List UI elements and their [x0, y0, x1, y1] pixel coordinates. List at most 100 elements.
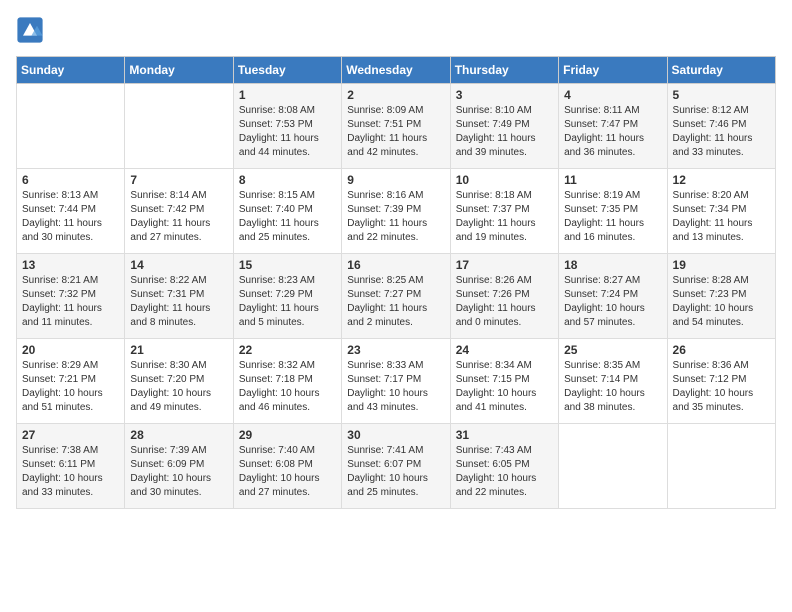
cell-content: Sunrise: 8:29 AM Sunset: 7:21 PM Dayligh… — [22, 359, 119, 415]
calendar-cell: 21 Sunrise: 8:30 AM Sunset: 7:20 PM Dayli… — [125, 339, 233, 424]
day-number: 27 — [22, 428, 119, 442]
col-header-friday: Friday — [559, 57, 667, 84]
calendar-cell: 14 Sunrise: 8:22 AM Sunset: 7:31 PM Dayli… — [125, 254, 233, 339]
day-number: 18 — [564, 258, 661, 272]
day-number: 13 — [22, 258, 119, 272]
cell-content: Sunrise: 8:35 AM Sunset: 7:14 PM Dayligh… — [564, 359, 661, 415]
calendar-cell: 20 Sunrise: 8:29 AM Sunset: 7:21 PM Dayli… — [17, 339, 125, 424]
day-number: 25 — [564, 343, 661, 357]
cell-content: Sunrise: 8:11 AM Sunset: 7:47 PM Dayligh… — [564, 104, 661, 160]
cell-content: Sunrise: 8:36 AM Sunset: 7:12 PM Dayligh… — [673, 359, 770, 415]
day-number: 14 — [130, 258, 227, 272]
day-number: 11 — [564, 173, 661, 187]
calendar-cell: 28 Sunrise: 7:39 AM Sunset: 6:09 PM Dayli… — [125, 424, 233, 509]
calendar-cell: 5 Sunrise: 8:12 AM Sunset: 7:46 PM Daylig… — [667, 84, 775, 169]
calendar-cell: 18 Sunrise: 8:27 AM Sunset: 7:24 PM Dayli… — [559, 254, 667, 339]
calendar-cell: 9 Sunrise: 8:16 AM Sunset: 7:39 PM Daylig… — [342, 169, 450, 254]
day-number: 15 — [239, 258, 336, 272]
calendar-cell: 19Sunrise: 8:28 AM Sunset: 7:23 PM Dayli… — [667, 254, 775, 339]
cell-content: Sunrise: 8:27 AM Sunset: 7:24 PM Dayligh… — [564, 274, 661, 330]
calendar-cell — [559, 424, 667, 509]
day-number: 3 — [456, 88, 553, 102]
cell-content: Sunrise: 8:15 AM Sunset: 7:40 PM Dayligh… — [239, 189, 336, 245]
day-number: 4 — [564, 88, 661, 102]
calendar-cell: 27 Sunrise: 7:38 AM Sunset: 6:11 PM Dayli… — [17, 424, 125, 509]
day-number: 5 — [673, 88, 770, 102]
day-number: 9 — [347, 173, 444, 187]
day-number: 10 — [456, 173, 553, 187]
logo-icon — [16, 16, 44, 44]
cell-content: Sunrise: 8:18 AM Sunset: 7:37 PM Dayligh… — [456, 189, 553, 245]
calendar-cell: 8Sunrise: 8:15 AM Sunset: 7:40 PM Daylig… — [233, 169, 341, 254]
cell-content: Sunrise: 7:43 AM Sunset: 6:05 PM Dayligh… — [456, 444, 553, 500]
cell-content: Sunrise: 7:39 AM Sunset: 6:09 PM Dayligh… — [130, 444, 227, 500]
calendar-cell: 17Sunrise: 8:26 AM Sunset: 7:26 PM Dayli… — [450, 254, 558, 339]
day-number: 1 — [239, 88, 336, 102]
cell-content: Sunrise: 7:41 AM Sunset: 6:07 PM Dayligh… — [347, 444, 444, 500]
calendar-cell: 12 Sunrise: 8:20 AM Sunset: 7:34 PM Dayli… — [667, 169, 775, 254]
cell-content: Sunrise: 8:30 AM Sunset: 7:20 PM Dayligh… — [130, 359, 227, 415]
calendar-cell: 6 Sunrise: 8:13 AM Sunset: 7:44 PM Daylig… — [17, 169, 125, 254]
cell-content: Sunrise: 8:26 AM Sunset: 7:26 PM Dayligh… — [456, 274, 553, 330]
cell-content: Sunrise: 8:25 AM Sunset: 7:27 PM Dayligh… — [347, 274, 444, 330]
col-header-wednesday: Wednesday — [342, 57, 450, 84]
day-number: 31 — [456, 428, 553, 442]
day-number: 12 — [673, 173, 770, 187]
calendar-cell: 10 Sunrise: 8:18 AM Sunset: 7:37 PM Dayli… — [450, 169, 558, 254]
col-header-tuesday: Tuesday — [233, 57, 341, 84]
day-number: 22 — [239, 343, 336, 357]
cell-content: Sunrise: 8:16 AM Sunset: 7:39 PM Dayligh… — [347, 189, 444, 245]
cell-content: Sunrise: 8:19 AM Sunset: 7:35 PM Dayligh… — [564, 189, 661, 245]
col-header-sunday: Sunday — [17, 57, 125, 84]
day-number: 19 — [673, 258, 770, 272]
calendar-cell: 7Sunrise: 8:14 AM Sunset: 7:42 PM Daylig… — [125, 169, 233, 254]
day-number: 20 — [22, 343, 119, 357]
day-number: 16 — [347, 258, 444, 272]
logo — [16, 16, 48, 44]
cell-content: Sunrise: 8:10 AM Sunset: 7:49 PM Dayligh… — [456, 104, 553, 160]
calendar-cell: 31 Sunrise: 7:43 AM Sunset: 6:05 PM Dayli… — [450, 424, 558, 509]
day-number: 23 — [347, 343, 444, 357]
calendar-cell: 29Sunrise: 7:40 AM Sunset: 6:08 PM Dayli… — [233, 424, 341, 509]
day-number: 21 — [130, 343, 227, 357]
week-row-1: 1 Sunrise: 8:08 AM Sunset: 7:53 PM Daylig… — [17, 84, 776, 169]
cell-content: Sunrise: 8:12 AM Sunset: 7:46 PM Dayligh… — [673, 104, 770, 160]
day-number: 6 — [22, 173, 119, 187]
week-row-2: 6 Sunrise: 8:13 AM Sunset: 7:44 PM Daylig… — [17, 169, 776, 254]
page-header — [16, 16, 776, 44]
calendar-cell: 13 Sunrise: 8:21 AM Sunset: 7:32 PM Dayli… — [17, 254, 125, 339]
calendar-cell: 25 Sunrise: 8:35 AM Sunset: 7:14 PM Dayli… — [559, 339, 667, 424]
col-header-saturday: Saturday — [667, 57, 775, 84]
day-number: 2 — [347, 88, 444, 102]
calendar-cell: 1 Sunrise: 8:08 AM Sunset: 7:53 PM Daylig… — [233, 84, 341, 169]
week-row-4: 20 Sunrise: 8:29 AM Sunset: 7:21 PM Dayli… — [17, 339, 776, 424]
col-header-monday: Monday — [125, 57, 233, 84]
day-number: 30 — [347, 428, 444, 442]
header-row: SundayMondayTuesdayWednesdayThursdayFrid… — [17, 57, 776, 84]
cell-content: Sunrise: 8:13 AM Sunset: 7:44 PM Dayligh… — [22, 189, 119, 245]
cell-content: Sunrise: 8:20 AM Sunset: 7:34 PM Dayligh… — [673, 189, 770, 245]
calendar-cell: 30 Sunrise: 7:41 AM Sunset: 6:07 PM Dayli… — [342, 424, 450, 509]
calendar-cell: 26 Sunrise: 8:36 AM Sunset: 7:12 PM Dayli… — [667, 339, 775, 424]
calendar-cell: 4 Sunrise: 8:11 AM Sunset: 7:47 PM Daylig… — [559, 84, 667, 169]
day-number: 24 — [456, 343, 553, 357]
day-number: 26 — [673, 343, 770, 357]
day-number: 29 — [239, 428, 336, 442]
day-number: 28 — [130, 428, 227, 442]
week-row-5: 27 Sunrise: 7:38 AM Sunset: 6:11 PM Dayli… — [17, 424, 776, 509]
cell-content: Sunrise: 8:23 AM Sunset: 7:29 PM Dayligh… — [239, 274, 336, 330]
calendar-cell: 15 Sunrise: 8:23 AM Sunset: 7:29 PM Dayli… — [233, 254, 341, 339]
cell-content: Sunrise: 7:38 AM Sunset: 6:11 PM Dayligh… — [22, 444, 119, 500]
cell-content: Sunrise: 8:33 AM Sunset: 7:17 PM Dayligh… — [347, 359, 444, 415]
cell-content: Sunrise: 8:14 AM Sunset: 7:42 PM Dayligh… — [130, 189, 227, 245]
calendar-cell — [667, 424, 775, 509]
calendar-cell: 11 Sunrise: 8:19 AM Sunset: 7:35 PM Dayli… — [559, 169, 667, 254]
cell-content: Sunrise: 8:08 AM Sunset: 7:53 PM Dayligh… — [239, 104, 336, 160]
week-row-3: 13 Sunrise: 8:21 AM Sunset: 7:32 PM Dayli… — [17, 254, 776, 339]
calendar-cell — [125, 84, 233, 169]
cell-content: Sunrise: 8:21 AM Sunset: 7:32 PM Dayligh… — [22, 274, 119, 330]
calendar-cell: 24Sunrise: 8:34 AM Sunset: 7:15 PM Dayli… — [450, 339, 558, 424]
cell-content: Sunrise: 8:32 AM Sunset: 7:18 PM Dayligh… — [239, 359, 336, 415]
col-header-thursday: Thursday — [450, 57, 558, 84]
cell-content: Sunrise: 8:22 AM Sunset: 7:31 PM Dayligh… — [130, 274, 227, 330]
